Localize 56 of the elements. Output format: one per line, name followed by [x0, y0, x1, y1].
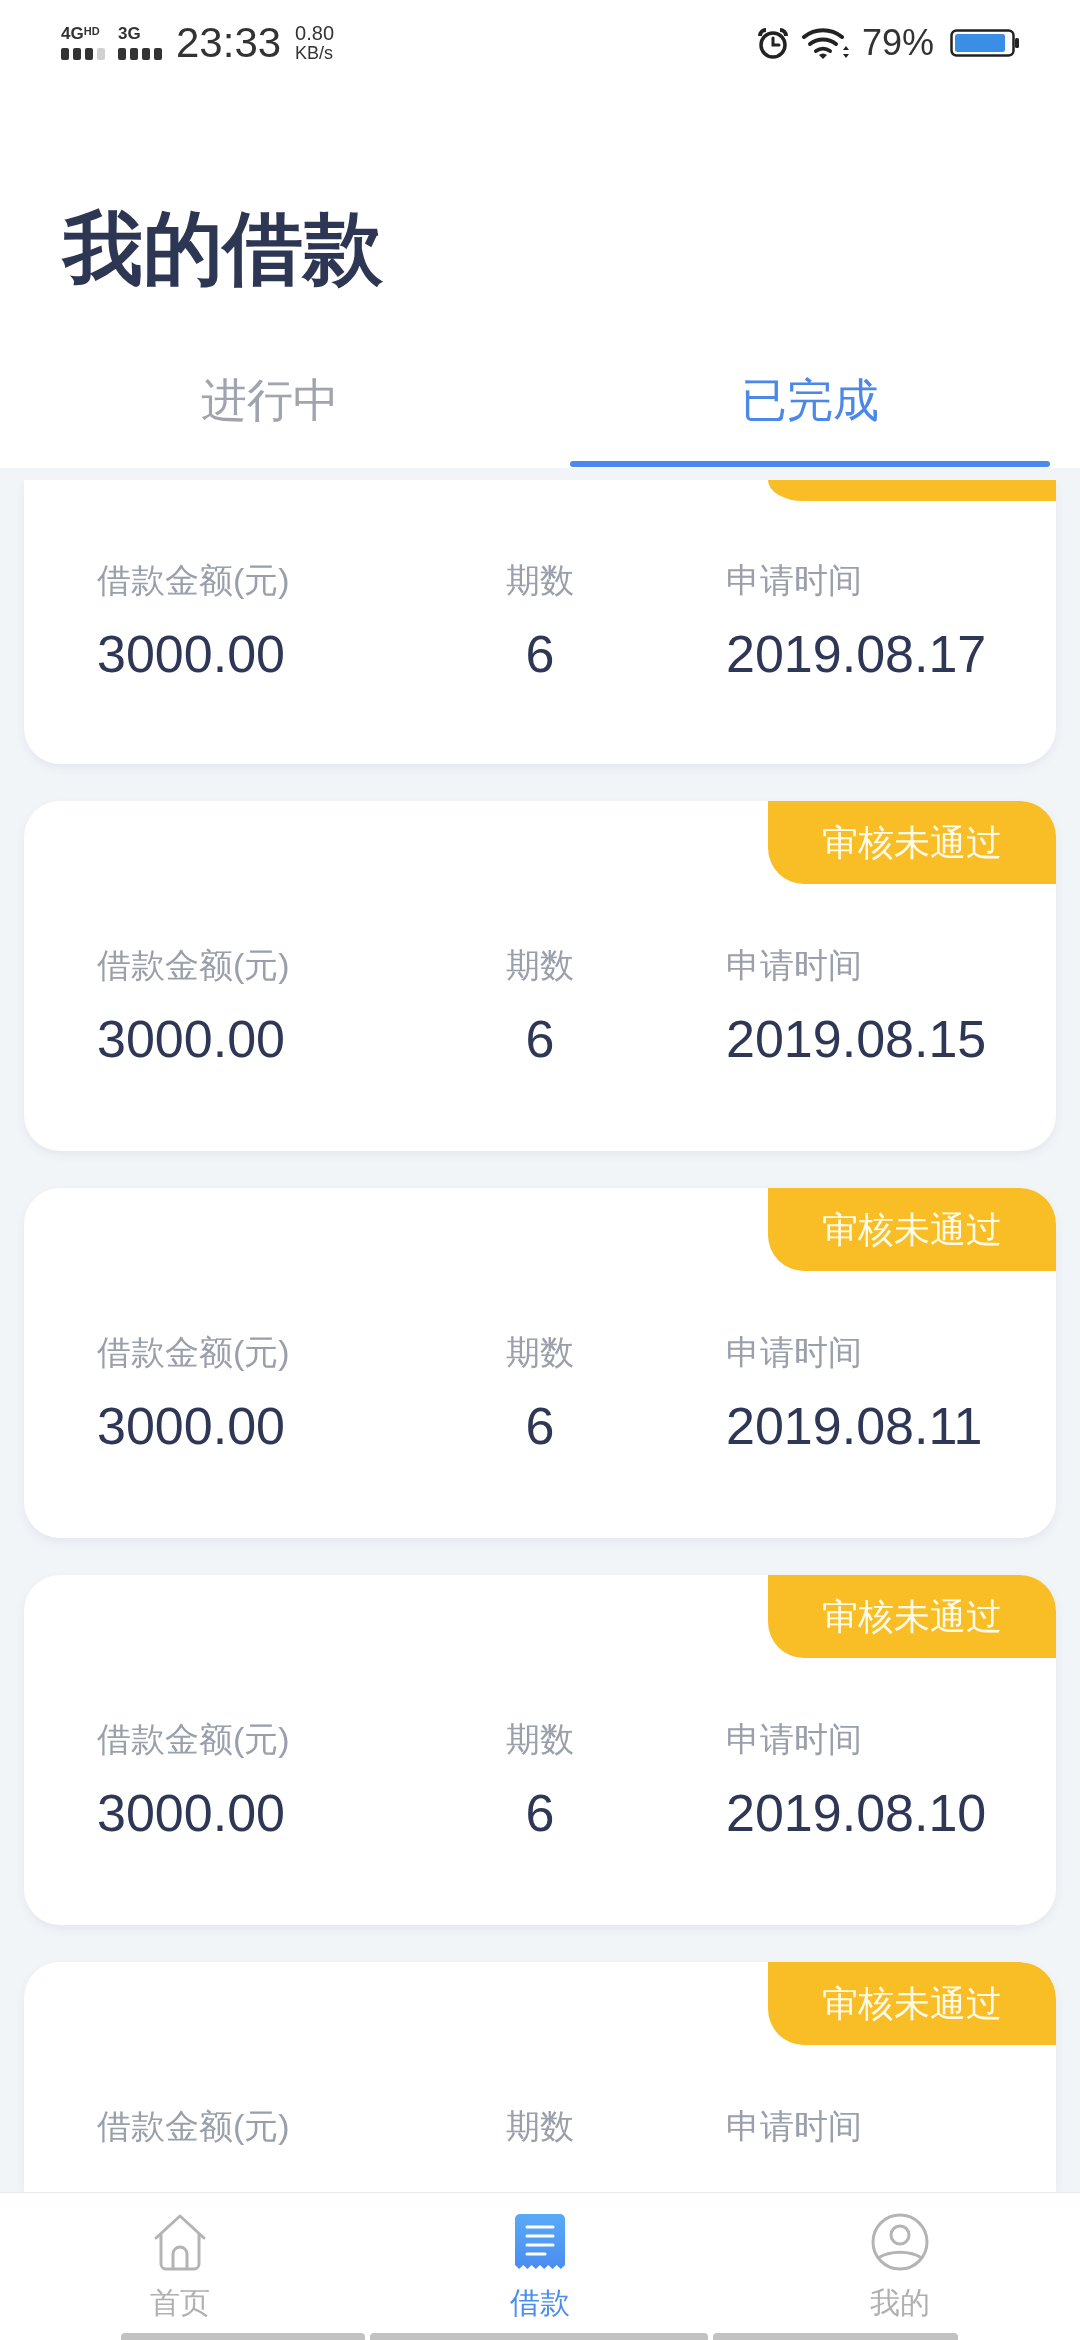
- date-label: 申请时间: [726, 1719, 862, 1759]
- loan-card[interactable]: 审核未通过 借款金额(元) 3000.00 期数 6 申请时间 2019.08.10: [24, 1575, 1056, 1925]
- amount-label: 借款金额(元): [97, 945, 290, 985]
- term-value: 6: [525, 1785, 555, 1841]
- page-title: 我的借款: [63, 203, 383, 295]
- network-type: 3G: [118, 25, 141, 42]
- loan-card[interactable]: 审核未通过 借款金额(元) 3000.00 期数 6 申请时间 2019.08.11: [24, 1188, 1056, 1538]
- amount-value: 3000.00: [97, 1785, 285, 1841]
- term-label: 期数: [506, 1719, 574, 1759]
- loan-card[interactable]: 审核未通过 借款金额(元) 期数 申请时间: [24, 1962, 1056, 2192]
- status-badge: 审核未通过: [768, 1962, 1056, 2045]
- amount-value: 3000.00: [97, 626, 285, 682]
- amount-value: 3000.00: [97, 1011, 285, 1067]
- date-label: 申请时间: [726, 560, 862, 600]
- term-label: 期数: [506, 945, 574, 985]
- status-badge: 审核未通过: [768, 801, 1056, 884]
- amount-label: 借款金额(元): [97, 560, 290, 600]
- user-icon: [871, 2213, 929, 2271]
- battery-icon: [950, 28, 1020, 57]
- nav-item[interactable]: 借款: [360, 2213, 720, 2321]
- date-label: 申请时间: [726, 1332, 862, 1372]
- date-label: 申请时间: [726, 945, 862, 985]
- term-value: 6: [525, 1011, 555, 1067]
- status-badge: 审核未通过: [768, 1188, 1056, 1271]
- alarm-clock-icon: [755, 25, 790, 60]
- home-icon: [153, 2213, 207, 2271]
- tab[interactable]: 进行中: [0, 347, 540, 468]
- date-value: 2019.08.15: [726, 1011, 987, 1067]
- wifi-icon: [801, 25, 850, 60]
- battery-percent: 79%: [861, 21, 934, 64]
- term-label: 期数: [506, 560, 574, 600]
- signal-icon: [118, 47, 162, 60]
- loan-card[interactable]: 审核未通过 借款金额(元) 3000.00 期数 6 申请时间 2019.08.15: [24, 801, 1056, 1151]
- status-badge: 审核未通过: [768, 1575, 1056, 1658]
- signal-icon: [61, 47, 105, 60]
- amount-value: 3000.00: [97, 1398, 285, 1454]
- date-value: 2019.08.17: [726, 626, 987, 682]
- speed-unit: KB/s: [295, 42, 335, 63]
- date-value: 2019.08.10: [726, 1785, 987, 1841]
- nav-item[interactable]: 首页: [0, 2213, 360, 2321]
- network-type: 4G$^{HD}$: [61, 25, 100, 42]
- receipt-icon: [514, 2213, 566, 2271]
- term-value: 6: [525, 626, 555, 682]
- amount-label: 借款金额(元): [97, 1719, 290, 1759]
- loan-card[interactable]: 借款金额(元) 3000.00 期数 6 申请时间 2019.08.17: [24, 480, 1056, 764]
- network-speed: 0.80: [295, 22, 335, 43]
- term-value: 6: [525, 1398, 555, 1454]
- tab[interactable]: 已完成: [540, 347, 1080, 468]
- amount-label: 借款金额(元): [97, 2106, 290, 2146]
- term-label: 期数: [506, 1332, 574, 1372]
- date-label: 申请时间: [726, 2106, 862, 2146]
- term-label: 期数: [506, 2106, 574, 2146]
- clock-time: 23:33: [176, 18, 282, 67]
- nav-item[interactable]: 我的: [720, 2213, 1080, 2321]
- amount-label: 借款金额(元): [97, 1332, 290, 1372]
- date-value: 2019.08.11: [726, 1398, 983, 1454]
